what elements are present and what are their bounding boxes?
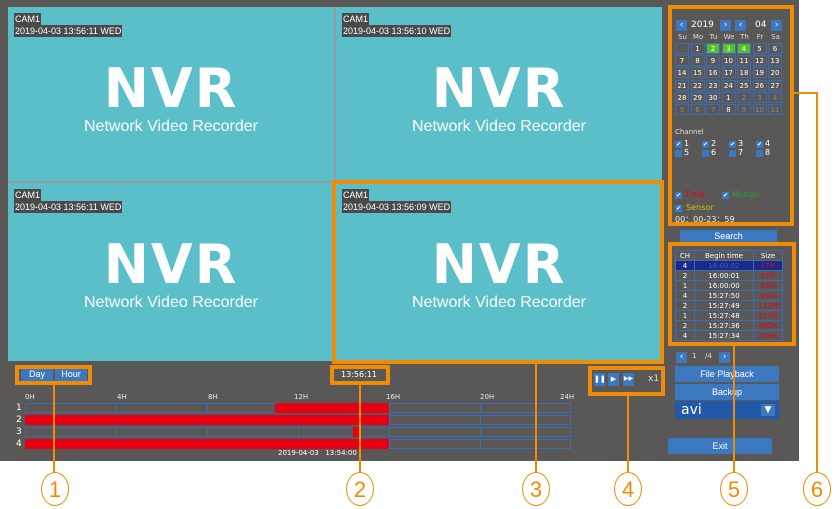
page-current: 1 bbox=[692, 352, 697, 360]
hour-label: 20H bbox=[480, 393, 495, 401]
timeline-gridline bbox=[389, 427, 390, 437]
prev-page-button[interactable]: ‹ bbox=[676, 352, 687, 363]
timeline-gridline bbox=[480, 403, 481, 413]
camera-view-2[interactable]: CAM1 2019-04-03 13:56:10 WED NVR Network V… bbox=[336, 7, 662, 181]
format-select-value: avi bbox=[681, 402, 702, 418]
timeline-gridline bbox=[116, 427, 117, 437]
timeline-gridline bbox=[389, 439, 390, 449]
nvr-logo: NVR Network Video Recorder bbox=[83, 233, 258, 312]
hour-label: 4H bbox=[117, 393, 127, 401]
callout-box-playback bbox=[588, 366, 665, 396]
timeline-gridline bbox=[389, 415, 390, 425]
camera-view-3[interactable]: CAM1 2019-04-03 13:56:11 WED NVR Network V… bbox=[8, 183, 334, 361]
hour-label: 12H bbox=[294, 393, 309, 401]
page-total: /4 bbox=[705, 352, 712, 360]
timeline-gridline bbox=[480, 439, 481, 449]
exit-button[interactable]: Exit bbox=[668, 438, 772, 454]
callout-box-search bbox=[668, 5, 794, 226]
format-select[interactable]: avi ▼ bbox=[675, 401, 779, 419]
timeline-gridline bbox=[480, 415, 481, 425]
timeline-gridline bbox=[116, 403, 117, 413]
recording-segment[interactable] bbox=[25, 415, 389, 425]
camera-timestamp: 2019-04-03 13:56:10 WED bbox=[342, 25, 452, 37]
timeline-cursor-label: 2019-04-03 13:54:00 bbox=[278, 449, 357, 457]
nvr-logo: NVR Network Video Recorder bbox=[411, 57, 586, 136]
search-button[interactable]: Search bbox=[680, 230, 777, 242]
callout-box-mode bbox=[15, 365, 92, 385]
backup-button[interactable]: Backup bbox=[675, 384, 779, 400]
callout-box-time bbox=[330, 365, 390, 385]
timeline-gridline bbox=[207, 403, 208, 413]
timeline-gridline bbox=[389, 403, 390, 413]
callout-5: 5 bbox=[720, 472, 748, 506]
row-number: 3 bbox=[16, 427, 22, 437]
camera-name: CAM1 bbox=[14, 189, 42, 201]
camera-timestamp: 2019-04-03 13:56:11 WED bbox=[14, 201, 123, 213]
camera-view-1[interactable]: CAM1 2019-04-03 13:56:11 WED NVR Network V… bbox=[8, 7, 334, 181]
callout-6: 6 bbox=[803, 472, 831, 506]
recording-segment[interactable] bbox=[275, 403, 389, 413]
timeline-gridline bbox=[480, 427, 481, 437]
dropdown-arrow-icon: ▼ bbox=[761, 404, 775, 416]
hour-label: 24H bbox=[560, 393, 575, 401]
timeline-gridline bbox=[207, 427, 208, 437]
row-number: 4 bbox=[16, 439, 22, 449]
callout-1: 1 bbox=[41, 472, 69, 506]
camera-name: CAM1 bbox=[342, 13, 370, 25]
callout-box-files bbox=[668, 242, 796, 346]
hour-label: 16H bbox=[386, 393, 401, 401]
timeline-gridline bbox=[298, 427, 299, 437]
camera-timestamp: 2019-04-03 13:56:11 WED bbox=[14, 25, 123, 37]
callout-3: 3 bbox=[522, 472, 550, 506]
nvr-logo: NVR Network Video Recorder bbox=[83, 57, 258, 136]
camera-name: CAM1 bbox=[14, 13, 42, 25]
hour-label: 0H bbox=[25, 393, 35, 401]
row-number: 2 bbox=[16, 415, 22, 425]
row-number: 1 bbox=[16, 403, 22, 413]
callout-2: 2 bbox=[346, 472, 374, 506]
next-page-button[interactable]: › bbox=[719, 352, 730, 363]
hour-label: 8H bbox=[208, 393, 218, 401]
file-playback-button[interactable]: File Playback bbox=[675, 366, 779, 382]
callout-box-video bbox=[332, 180, 664, 364]
callout-4: 4 bbox=[614, 472, 642, 506]
recording-segment[interactable] bbox=[25, 439, 389, 449]
